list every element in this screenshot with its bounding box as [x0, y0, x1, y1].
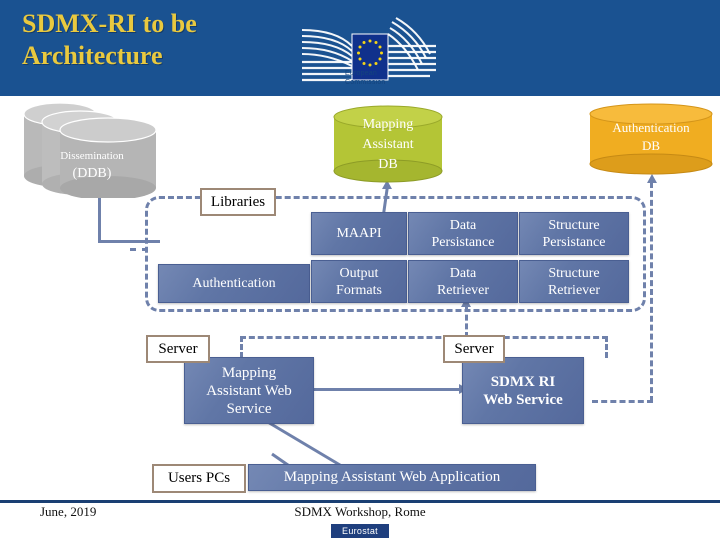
library-module-authentication[interactable]: Authentication: [158, 264, 310, 303]
output-formats-line1: Output: [339, 265, 379, 281]
library-module-maapi[interactable]: MAAPI: [311, 212, 407, 255]
database-mapping-assistant-label: Mapping Assistant DB: [332, 115, 444, 175]
connector-maws-to-sdmxri: [312, 388, 462, 391]
database-authentication: Authentication DB: [588, 103, 714, 177]
server-label-right: Server: [443, 335, 505, 363]
mapping-assistant-web-application[interactable]: Mapping Assistant Web Application: [248, 464, 536, 491]
auth-db-line1: Authentication: [612, 120, 690, 135]
ma-db-line1: Mapping: [362, 117, 414, 132]
logo-caption: European Commission: [345, 70, 386, 87]
library-module-maapi-label: MAAPI: [336, 226, 382, 241]
data-persistance-line1: Data: [449, 217, 477, 233]
maws-line3: Service: [226, 400, 272, 417]
library-module-data-persistance[interactable]: Data Persistance: [408, 212, 518, 255]
mapping-assistant-web-service[interactable]: Mapping Assistant Web Service: [184, 357, 314, 424]
library-module-structure-persistance[interactable]: Structure Persistance: [519, 212, 629, 255]
ma-db-line3: DB: [378, 157, 398, 172]
database-ddb: Dissemination (DDB): [18, 100, 166, 200]
database-ddb-label-line2: (DDB): [72, 166, 112, 181]
data-retriever-line1: Data: [449, 265, 477, 281]
sdmxri-line1: SDMX RI: [490, 373, 556, 390]
connector-libraries-to-ddb-vertical: [98, 196, 101, 243]
users-pcs-label: Users PCs: [152, 464, 246, 493]
data-retriever-line2: Retriever: [436, 282, 490, 298]
database-ddb-label: Dissemination (DDB): [18, 150, 166, 182]
server-label-left: Server: [146, 335, 210, 363]
structure-persistance-line2: Persistance: [542, 234, 606, 250]
library-module-output-formats[interactable]: Output Formats: [311, 260, 407, 303]
connector-maws-to-libraries-left-vertical: [240, 336, 243, 358]
database-ddb-label-line1: Dissemination: [60, 150, 124, 162]
database-authentication-label: Authentication DB: [588, 119, 714, 155]
structure-retriever-line2: Retriever: [547, 282, 601, 298]
footer-divider: [0, 500, 720, 503]
sdmx-ri-web-service[interactable]: SDMX RI Web Service: [462, 357, 584, 424]
library-module-data-retriever[interactable]: Data Retriever: [408, 260, 518, 303]
connector-sdmxri-to-libraries-vertical: [605, 336, 608, 358]
connector-libraries-left-stub: [130, 248, 148, 251]
libraries-frame-label: Libraries: [200, 188, 276, 216]
structure-persistance-line1: Structure: [548, 217, 600, 233]
connector-sdmxri-to-auth-db-horizontal: [592, 400, 653, 403]
connector-maws-to-libraries-right-vertical: [465, 306, 468, 338]
logo-caption-line2: Commission: [345, 78, 386, 86]
footer-event: SDMX Workshop, Rome: [294, 504, 426, 519]
maws-line2: Assistant Web: [206, 382, 292, 399]
connector-libraries-to-ddb-horizontal: [98, 240, 160, 243]
connector-maws-to-libraries-horizontal: [240, 336, 468, 339]
web-application-label: Mapping Assistant Web Application: [283, 469, 501, 485]
data-persistance-line2: Persistance: [431, 234, 495, 250]
sdmxri-line2: Web Service: [483, 391, 563, 408]
library-module-structure-retriever[interactable]: Structure Retriever: [519, 260, 629, 303]
eurostat-badge: Eurostat: [331, 524, 389, 538]
output-formats-line2: Formats: [336, 282, 382, 298]
database-mapping-assistant: Mapping Assistant DB: [332, 105, 444, 183]
library-module-authentication-label: Authentication: [192, 276, 276, 291]
maws-line1: Mapping: [221, 364, 277, 381]
auth-db-line2: DB: [641, 138, 661, 153]
connector-sdmxri-to-auth-db-vertical: [650, 182, 653, 402]
logo-caption-line1: European: [345, 70, 377, 77]
structure-retriever-line1: Structure: [548, 265, 600, 281]
slide-canvas: SDMX-RI to be Architecture European Comm…: [0, 0, 720, 540]
page-title: SDMX-RI to be Architecture: [22, 9, 197, 70]
ma-db-line2: Assistant: [362, 137, 414, 152]
